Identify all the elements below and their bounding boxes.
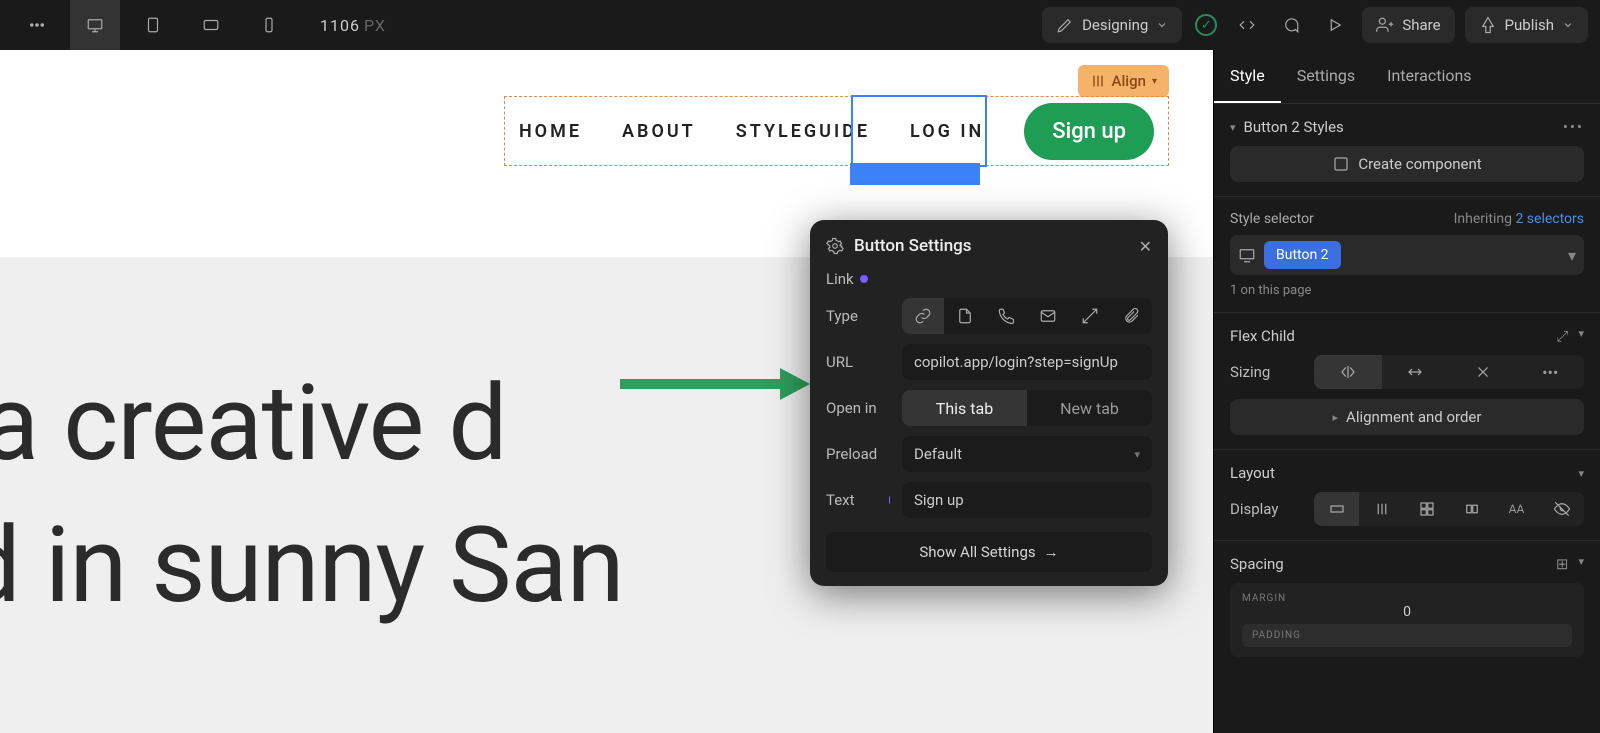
link-type-section-icon[interactable] — [1069, 298, 1111, 334]
nav-about[interactable]: ABOUT — [622, 121, 696, 142]
link-type-phone-icon[interactable] — [985, 298, 1027, 334]
nav-login[interactable]: LOG IN — [910, 121, 984, 142]
display-grid-icon[interactable] — [1404, 492, 1449, 526]
text-input[interactable] — [902, 482, 1152, 518]
preload-label: Preload — [826, 445, 890, 463]
sizing-segmented: ••• — [1314, 355, 1584, 389]
alignment-order-button[interactable]: ▸ Alignment and order — [1230, 399, 1584, 435]
play-icon[interactable] — [1318, 0, 1352, 50]
align-tool-pill[interactable]: Align ▾ — [1078, 65, 1169, 97]
margin-label: MARGIN — [1242, 593, 1572, 604]
spacing-link-icon[interactable]: ⊞ — [1556, 555, 1569, 573]
url-label: URL — [826, 353, 890, 371]
display-none-icon[interactable] — [1539, 492, 1584, 526]
panel-tabs: Style Settings Interactions — [1214, 50, 1600, 104]
link-type-attachment-icon[interactable] — [1110, 298, 1152, 334]
top-toolbar: 1106PX Designing ✓ Share Publish — [0, 0, 1600, 50]
on-page-count: 1 on this page — [1230, 283, 1584, 298]
tab-settings[interactable]: Settings — [1281, 50, 1371, 103]
selection-handle[interactable] — [850, 163, 980, 185]
expand-icon[interactable]: ⤢ — [1556, 327, 1568, 345]
modified-dot-icon — [889, 496, 890, 504]
style-selector-label: Style selector — [1230, 211, 1314, 227]
share-button[interactable]: Share — [1362, 7, 1454, 43]
sizing-grow-icon[interactable] — [1382, 355, 1450, 389]
right-panel: Style Settings Interactions ▾ Button 2 S… — [1213, 50, 1600, 733]
selector-chip[interactable]: Button 2 — [1264, 241, 1341, 269]
breakpoint-icon — [1238, 246, 1256, 264]
inheriting-link[interactable]: Inheriting 2 selectors — [1454, 211, 1584, 227]
show-all-settings-button[interactable]: Show All Settings → — [826, 532, 1152, 572]
menu-more-icon[interactable] — [12, 0, 62, 50]
popover-title: Button Settings — [854, 236, 972, 256]
display-flex-icon[interactable] — [1359, 492, 1404, 526]
chevron-down-icon[interactable]: ▾ — [1578, 555, 1584, 573]
more-icon[interactable]: ••• — [1563, 118, 1584, 136]
link-type-page-icon[interactable] — [944, 298, 986, 334]
margin-top-value[interactable]: 0 — [1242, 604, 1572, 620]
breakpoint-tablet-icon[interactable] — [128, 0, 178, 50]
button-settings-popover: Button Settings ✕ Link Type URL — [810, 220, 1168, 586]
type-label: Type — [826, 307, 890, 325]
status-ok-icon: ✓ — [1192, 11, 1220, 39]
publish-button[interactable]: Publish — [1465, 7, 1588, 43]
nav-styleguide[interactable]: STYLEGUIDE — [736, 121, 870, 142]
modified-dot-icon — [860, 275, 868, 283]
close-icon[interactable]: ✕ — [1139, 237, 1152, 256]
nav-home[interactable]: HOME — [519, 121, 582, 142]
display-inlineblock-icon[interactable] — [1449, 492, 1494, 526]
openin-segmented: This tab New tab — [902, 390, 1152, 426]
breakpoint-tablet-landscape-icon[interactable] — [186, 0, 236, 50]
chevron-down-icon[interactable]: ▾ — [1578, 467, 1584, 480]
padding-label: PADDING — [1252, 630, 1562, 641]
text-label: Text — [826, 491, 890, 509]
link-type-email-icon[interactable] — [1027, 298, 1069, 334]
element-styles-title: Button 2 Styles — [1244, 118, 1344, 136]
hero-text: re! I’m a creative d r based in sunny Sa… — [0, 353, 624, 637]
padding-box[interactable]: PADDING — [1242, 624, 1572, 647]
chevron-down-icon[interactable]: ▾ — [1568, 246, 1576, 265]
spacing-title: Spacing — [1230, 555, 1284, 573]
link-type-segmented — [902, 298, 1152, 334]
code-icon[interactable] — [1230, 0, 1264, 50]
selector-chipbar[interactable]: Button 2 ▾ — [1230, 235, 1584, 275]
openin-this-tab[interactable]: This tab — [902, 390, 1027, 426]
sizing-shrink-icon[interactable] — [1314, 355, 1382, 389]
breakpoint-mobile-icon[interactable] — [244, 0, 294, 50]
sizing-more-icon[interactable]: ••• — [1517, 355, 1585, 389]
layout-title: Layout — [1230, 464, 1275, 482]
flex-child-title: Flex Child — [1230, 327, 1295, 345]
chevron-down-icon[interactable]: ▾ — [1230, 121, 1236, 134]
breakpoint-desktop-icon[interactable] — [70, 0, 120, 50]
create-component-button[interactable]: Create component — [1230, 146, 1584, 182]
sizing-label: Sizing — [1230, 363, 1300, 381]
display-label: Display — [1230, 500, 1300, 518]
preload-select[interactable]: Default ▾ — [902, 436, 1152, 472]
link-label: Link — [826, 270, 890, 288]
design-canvas[interactable]: Align ▾ HOME ABOUT STYLEGUIDE LOG IN Sig… — [0, 50, 1213, 733]
mode-switcher[interactable]: Designing — [1042, 7, 1182, 43]
openin-label: Open in — [826, 399, 890, 417]
tab-interactions[interactable]: Interactions — [1371, 50, 1487, 103]
display-block-icon[interactable] — [1314, 492, 1359, 526]
link-type-url-icon[interactable] — [902, 298, 944, 334]
nav-signup-button[interactable]: Sign up — [1024, 103, 1154, 160]
site-navbar: HOME ABOUT STYLEGUIDE LOG IN Sign up — [504, 96, 1169, 166]
margin-box[interactable]: MARGIN 0 PADDING — [1230, 583, 1584, 657]
comment-icon[interactable] — [1274, 0, 1308, 50]
sizing-none-icon[interactable] — [1449, 355, 1517, 389]
gear-icon — [826, 237, 844, 255]
viewport-width-readout: 1106PX — [320, 16, 386, 35]
display-segmented: AA — [1314, 492, 1584, 526]
tab-style[interactable]: Style — [1214, 50, 1281, 103]
url-input[interactable] — [902, 344, 1152, 380]
chevron-down-icon[interactable]: ▾ — [1578, 327, 1584, 345]
display-inline-icon[interactable]: AA — [1494, 492, 1539, 526]
openin-new-tab[interactable]: New tab — [1027, 390, 1152, 426]
annotation-arrow — [620, 364, 810, 404]
